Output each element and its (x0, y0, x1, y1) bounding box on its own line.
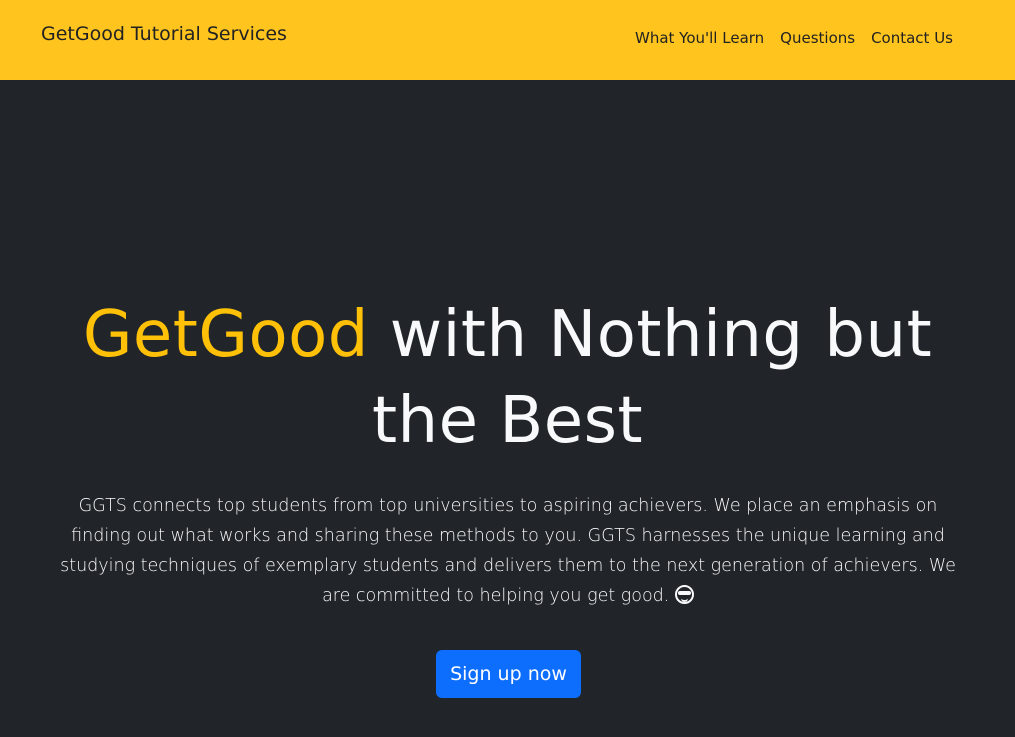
sign-up-button[interactable]: Sign up now (436, 650, 581, 698)
hero-section: GetGood with Nothing but the Best GGTS c… (0, 80, 1015, 737)
nav-link-questions[interactable]: Questions (780, 29, 855, 47)
nav-links: What You'll Learn Questions Contact Us (635, 29, 953, 47)
nav-link-what-youll-learn[interactable]: What You'll Learn (635, 29, 764, 47)
hero-title-rest: with Nothing but the Best (368, 298, 933, 458)
hero-title: GetGood with Nothing but the Best (40, 292, 975, 464)
hero-title-accent: GetGood (82, 298, 369, 372)
sunglasses-face-icon (674, 585, 694, 604)
hero-lead-text: GGTS connects top students from top univ… (60, 496, 956, 606)
navbar: GetGood Tutorial Services What You'll Le… (0, 0, 1015, 80)
brand-link[interactable]: GetGood Tutorial Services (41, 23, 287, 45)
nav-link-contact-us[interactable]: Contact Us (871, 29, 953, 47)
hero-lead: GGTS connects top students from top univ… (58, 491, 958, 611)
